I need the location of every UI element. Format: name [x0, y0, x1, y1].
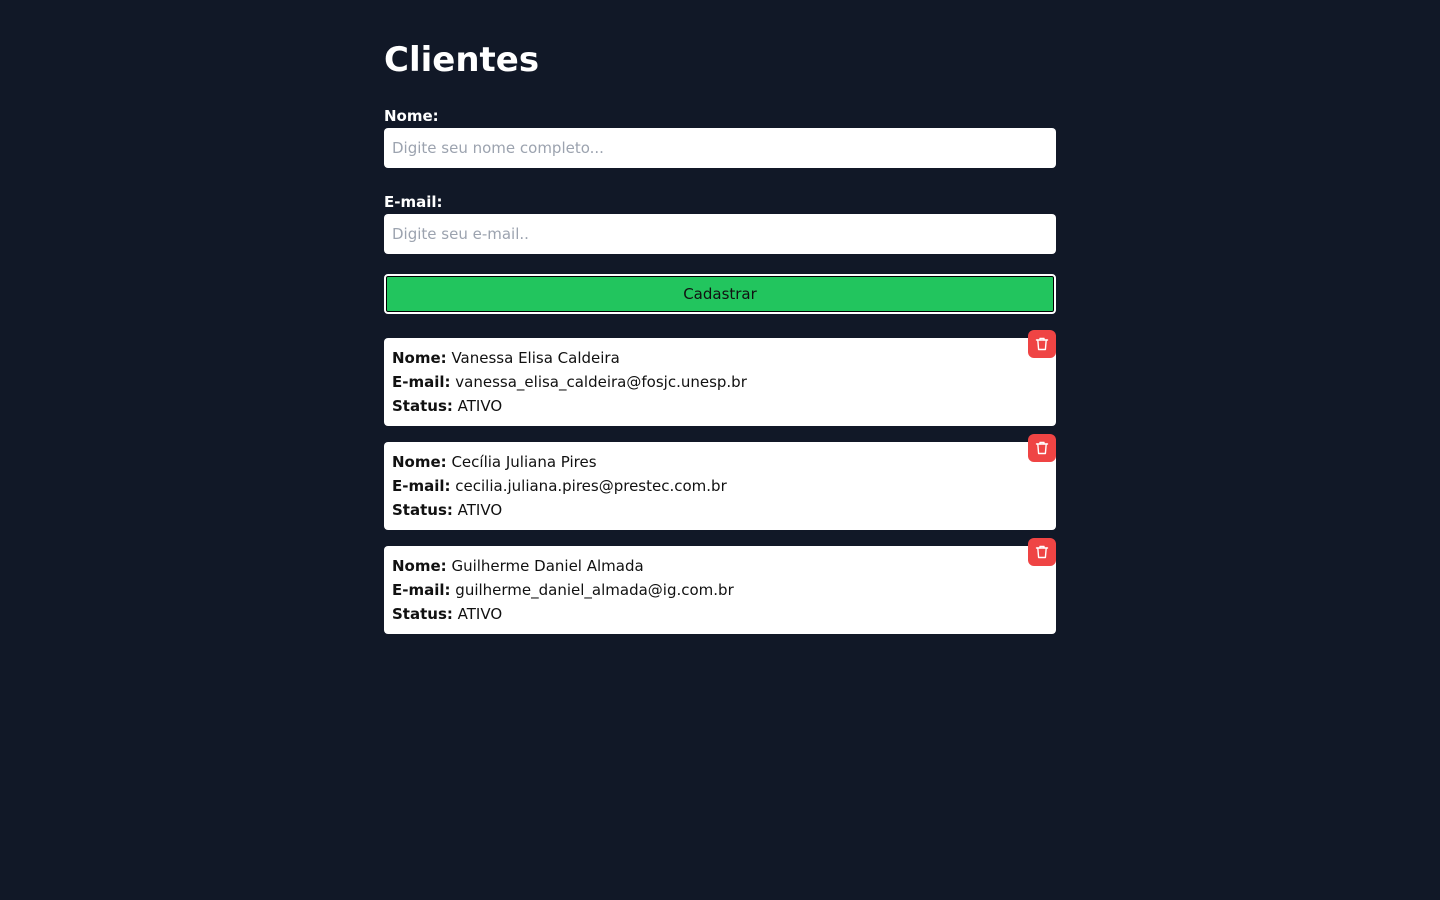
client-name: Vanessa Elisa Caldeira: [451, 349, 620, 367]
client-email: cecilia.juliana.pires@prestec.com.br: [455, 477, 727, 495]
client-name-line: Nome: Cecília Juliana Pires: [392, 450, 1048, 474]
client-status: ATIVO: [457, 501, 503, 519]
delete-client-button[interactable]: [1028, 434, 1056, 462]
email-field-label: E-mail:: [392, 477, 451, 495]
client-status: ATIVO: [457, 397, 503, 415]
page-title: Clientes: [384, 40, 540, 80]
email-input[interactable]: [384, 214, 1056, 254]
email-label: E-mail:: [384, 193, 443, 211]
client-status-line: Status: ATIVO: [392, 498, 1048, 522]
client-status-line: Status: ATIVO: [392, 602, 1048, 626]
client-email: guilherme_daniel_almada@ig.com.br: [455, 581, 734, 599]
client-email-line: E-mail: guilherme_daniel_almada@ig.com.b…: [392, 578, 1048, 602]
main-container: Clientes Nome: E-mail: Cadastrar Nome: V…: [384, 0, 1056, 650]
status-field-label: Status:: [392, 397, 453, 415]
trash-icon: [1035, 545, 1049, 559]
client-name: Guilherme Daniel Almada: [451, 557, 644, 575]
client-status-line: Status: ATIVO: [392, 394, 1048, 418]
delete-client-button[interactable]: [1028, 330, 1056, 358]
delete-client-button[interactable]: [1028, 538, 1056, 566]
status-field-label: Status:: [392, 501, 453, 519]
name-input[interactable]: [384, 128, 1056, 168]
register-button[interactable]: Cadastrar: [384, 274, 1056, 314]
client-card: Nome: Vanessa Elisa Caldeira E-mail: van…: [384, 330, 1056, 426]
status-field-label: Status:: [392, 605, 453, 623]
client-email-line: E-mail: vanessa_elisa_caldeira@fosjc.une…: [392, 370, 1048, 394]
client-email: vanessa_elisa_caldeira@fosjc.unesp.br: [455, 373, 747, 391]
trash-icon: [1035, 441, 1049, 455]
client-card: Nome: Guilherme Daniel Almada E-mail: gu…: [384, 538, 1056, 634]
name-field-label: Nome:: [392, 349, 447, 367]
name-field-label: Nome:: [392, 453, 447, 471]
client-email-line: E-mail: cecilia.juliana.pires@prestec.co…: [392, 474, 1048, 498]
name-field-label: Nome:: [392, 557, 447, 575]
client-card: Nome: Cecília Juliana Pires E-mail: ceci…: [384, 434, 1056, 530]
client-status: ATIVO: [457, 605, 503, 623]
trash-icon: [1035, 337, 1049, 351]
client-form: Nome: E-mail: Cadastrar: [384, 106, 1056, 314]
client-list: Nome: Vanessa Elisa Caldeira E-mail: van…: [384, 330, 1056, 634]
client-name: Cecília Juliana Pires: [451, 453, 597, 471]
email-field-label: E-mail:: [392, 373, 451, 391]
email-field-label: E-mail:: [392, 581, 451, 599]
client-name-line: Nome: Vanessa Elisa Caldeira: [392, 346, 1048, 370]
name-label: Nome:: [384, 107, 439, 125]
client-name-line: Nome: Guilherme Daniel Almada: [392, 554, 1048, 578]
